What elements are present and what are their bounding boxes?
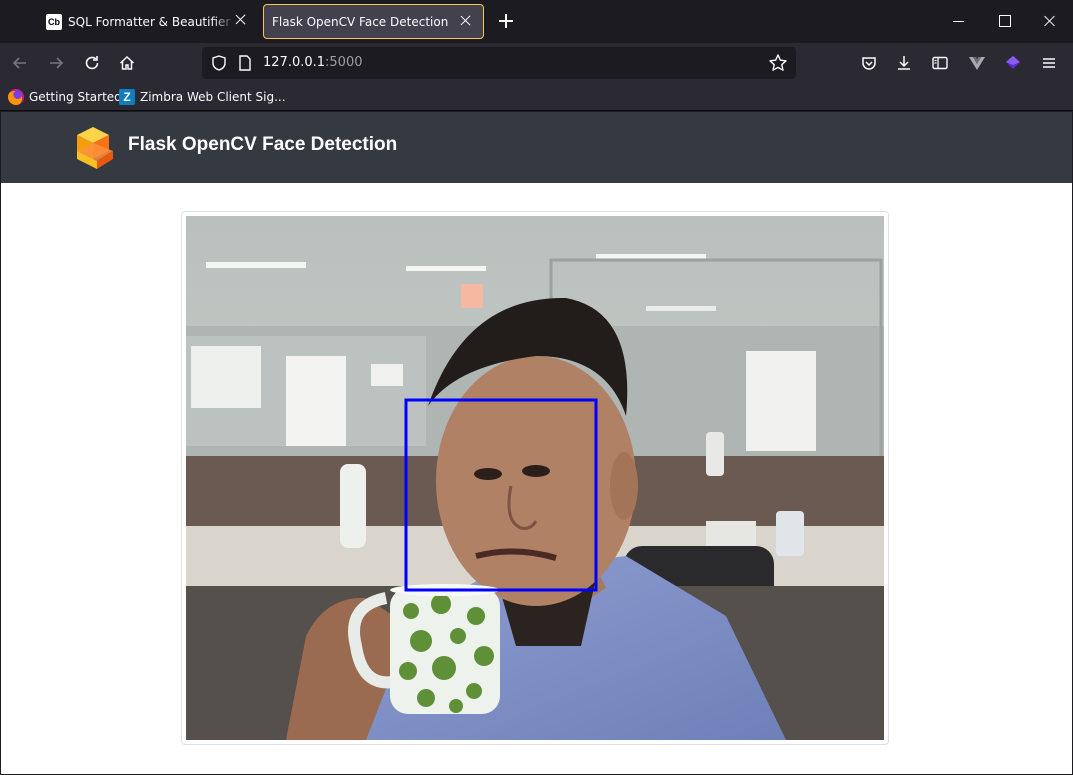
tab-title: Flask OpenCV Face Detection (272, 14, 449, 29)
app-menu-icon[interactable] (1037, 51, 1061, 75)
url-host: 127.0.0.1 (263, 55, 326, 70)
bookmarks-toolbar: Getting Started Z Zimbra Web Client Sig.… (0, 84, 1073, 111)
extension-icon[interactable] (1001, 51, 1025, 75)
pocket-icon[interactable] (857, 51, 881, 75)
stacked-cubes-logo-icon[interactable] (69, 125, 117, 171)
bookmark-zimbra[interactable]: Z Zimbra Web Client Sig... (119, 89, 286, 105)
firefox-icon (8, 89, 24, 105)
new-tab-plus-icon[interactable] (497, 12, 515, 30)
tab-flask-face-detection[interactable]: Flask OpenCV Face Detection (263, 4, 484, 39)
window-close-icon[interactable] (1036, 8, 1064, 34)
tab-title: SQL Formatter & Beautifier Online (68, 14, 236, 29)
tab-close-icon[interactable] (459, 14, 473, 28)
tab-close-icon[interactable] (234, 13, 248, 27)
back-icon[interactable] (8, 51, 32, 75)
vuejs-devtools-icon[interactable] (965, 51, 989, 75)
site-header-navbar: Flask OpenCV Face Detection (1, 112, 1072, 183)
reload-icon[interactable] (80, 51, 104, 75)
forward-icon[interactable] (44, 51, 68, 75)
web-page: Flask OpenCV Face Detection (1, 112, 1072, 774)
navigation-toolbar: 127.0.0.1:5000 (0, 43, 1073, 84)
page-title: Flask OpenCV Face Detection (128, 134, 398, 155)
window-minimize-icon[interactable] (944, 8, 972, 34)
sidebar-icon[interactable] (928, 51, 952, 75)
bookmark-label: Getting Started (29, 90, 122, 104)
bookmark-getting-started[interactable]: Getting Started (8, 89, 122, 105)
url-port: :5000 (325, 55, 363, 70)
tracking-protection-shield-icon[interactable] (210, 54, 228, 72)
page-info-icon[interactable] (236, 54, 254, 72)
tab-sql-formatter[interactable]: Cb SQL Formatter & Beautifier Online (38, 4, 258, 39)
webcam-frame-image (186, 216, 884, 740)
bookmark-star-icon[interactable] (768, 53, 788, 73)
downloads-icon[interactable] (892, 51, 916, 75)
codebeautify-favicon-icon: Cb (46, 13, 62, 30)
window-maximize-icon[interactable] (990, 8, 1018, 34)
home-icon[interactable] (115, 51, 139, 75)
video-feed-card (181, 211, 889, 745)
url-bar[interactable]: 127.0.0.1:5000 (202, 47, 796, 79)
url-text[interactable]: 127.0.0.1:5000 (263, 55, 363, 70)
bookmark-label: Zimbra Web Client Sig... (140, 90, 286, 104)
zimbra-icon: Z (119, 89, 135, 105)
webcam-video-feed (186, 216, 884, 740)
tab-strip: Cb SQL Formatter & Beautifier Online Fla… (0, 0, 1073, 43)
